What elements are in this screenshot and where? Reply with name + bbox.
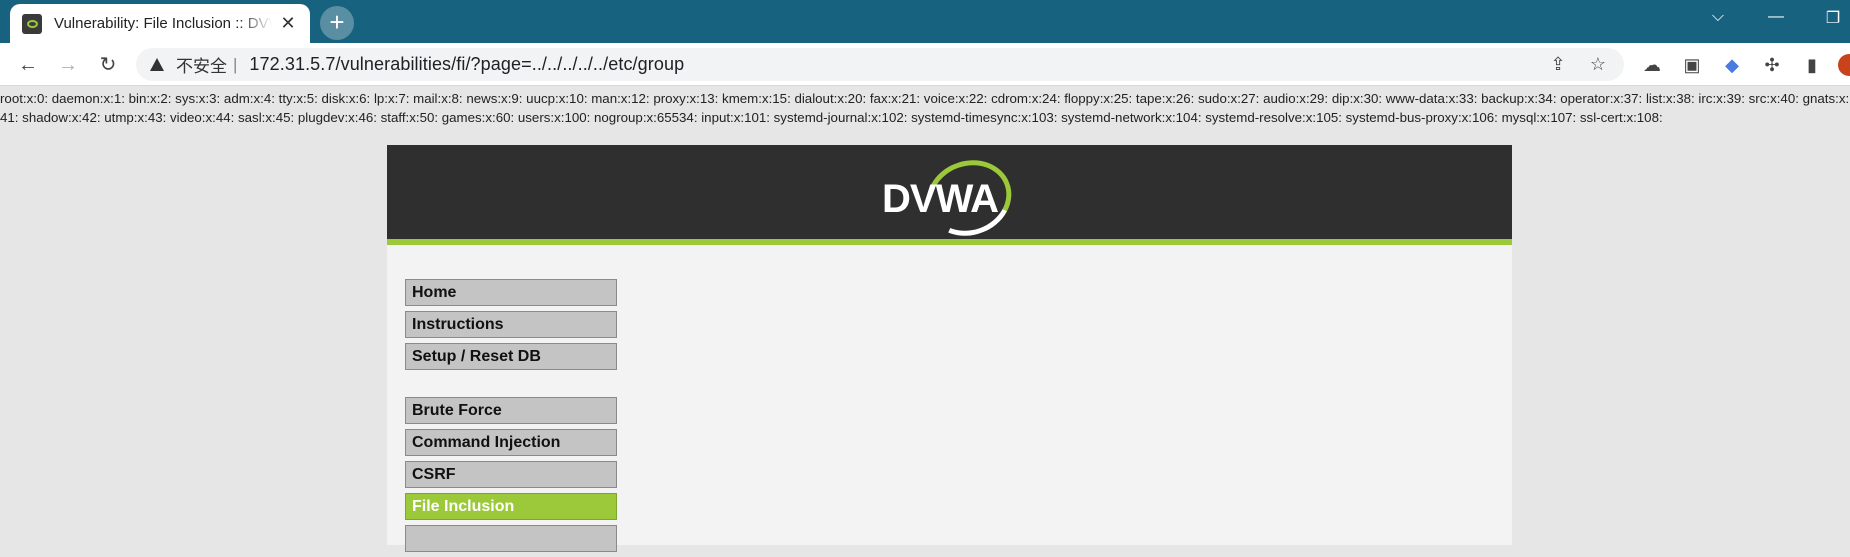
browser-toolbar: ← → ↻ 不安全 | 172.31.5.7/vulnerabilities/f… [0,43,1850,86]
dvwa-favicon-icon [22,13,42,34]
menu-item-command-injection[interactable]: Command Injection [405,429,617,456]
menu-item-file-inclusion[interactable]: File Inclusion [405,493,617,520]
star-icon[interactable]: ☆ [1586,52,1610,76]
menu-item-brute-force[interactable]: Brute Force [405,397,617,424]
maximize-button[interactable]: ❐ [1818,8,1848,28]
profile-avatar[interactable] [1838,54,1850,76]
security-label[interactable]: 不安全 [176,52,227,77]
back-button[interactable]: ← [14,51,42,79]
menu-item-setup[interactable]: Setup / Reset DB [405,343,617,370]
reload-button[interactable]: ↻ [94,51,122,79]
included-file-output: root:x:0: daemon:x:1: bin:x:2: sys:x:3: … [0,91,1850,125]
browser-tab[interactable]: Vulnerability: File Inclusion :: DVWA ✕ [10,4,310,43]
dvwa-logo: DVWA [882,148,1023,248]
close-tab-icon[interactable]: ✕ [278,13,298,34]
forward-button[interactable]: → [54,51,82,79]
logo-text: DVWA [882,177,999,221]
main-menu: Home Instructions Setup / Reset DB Brute… [405,279,617,557]
minimize-button[interactable]: — [1761,8,1791,26]
url-text[interactable]: 172.31.5.7/vulnerabilities/fi/?page=../.… [249,54,684,75]
menu-item-next[interactable] [405,525,617,552]
sidebar-icon[interactable]: ▮ [1800,53,1824,77]
extensions-icon[interactable]: ✣ [1760,53,1784,77]
tab-title: Vulnerability: File Inclusion :: DVWA [54,15,272,32]
reading-mode-icon[interactable]: ▣ [1680,53,1704,77]
cloud-icon[interactable]: ☁ [1640,53,1664,77]
dvwa-header: DVWA [387,145,1512,248]
dvwa-container: DVWA Home Instructions Setup / Reset DB … [387,145,1512,552]
address-separator: | [233,54,238,74]
menu-divider [405,375,617,397]
page-content: root:x:0: daemon:x:1: bin:x:2: sys:x:3: … [0,87,1850,552]
translate-icon[interactable]: ◆ [1720,53,1744,77]
menu-item-home[interactable]: Home [405,279,617,306]
new-tab-button[interactable]: + [320,6,354,40]
address-bar[interactable]: 不安全 | 172.31.5.7/vulnerabilities/fi/?pag… [136,48,1624,81]
browser-tab-strip: Vulnerability: File Inclusion :: DVWA ✕ … [0,0,1850,43]
menu-item-instructions[interactable]: Instructions [405,311,617,338]
share-icon[interactable]: ⇪ [1546,52,1570,76]
warning-icon[interactable] [150,58,164,71]
menu-item-csrf[interactable]: CSRF [405,461,617,488]
tab-search-chevron-icon[interactable]: ⌵ [1703,8,1733,26]
